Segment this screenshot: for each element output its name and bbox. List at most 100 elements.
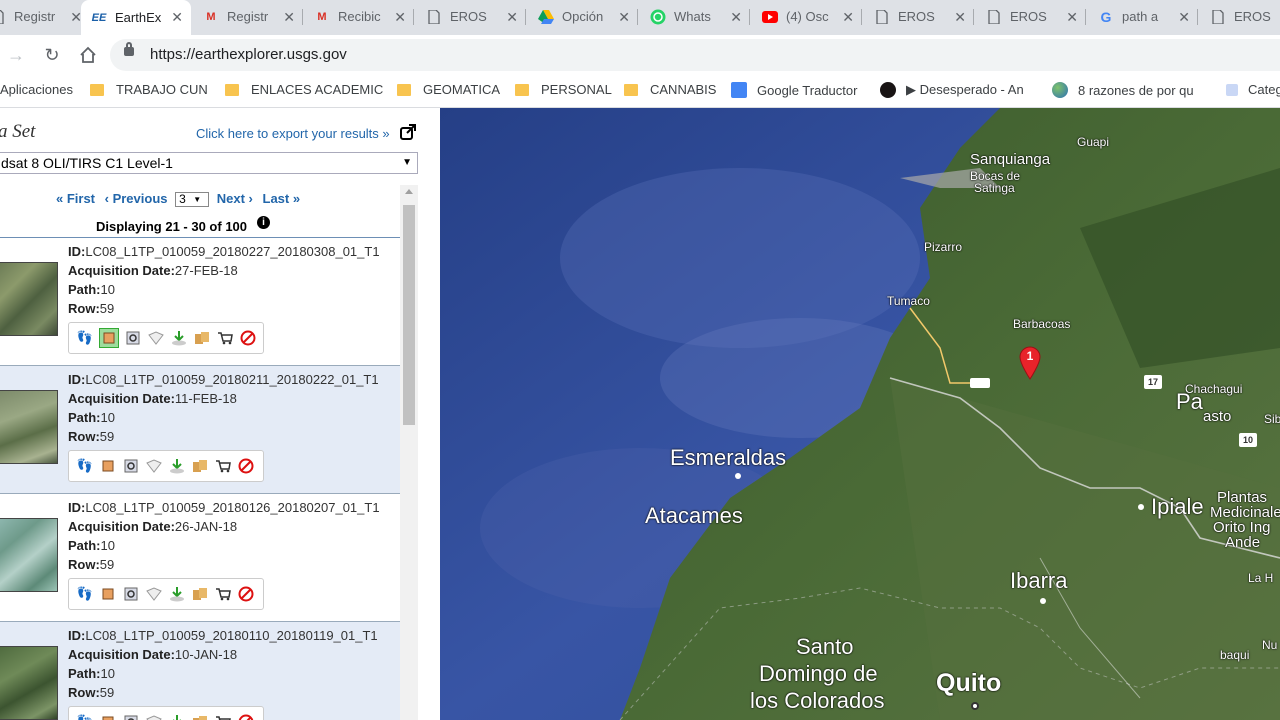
map-place-label: los Colorados [750,688,885,713]
close-icon[interactable]: ✕ [506,9,518,26]
scene-thumbnail[interactable] [0,518,58,592]
forward-icon[interactable]: → [4,43,28,67]
bulk-download-icon[interactable] [191,585,209,603]
exclude-icon[interactable] [237,585,255,603]
next-page-link[interactable]: Next › [217,191,253,206]
dataset-select[interactable]: dsat 8 OLI/TIRS C1 Level-1 ▼ [0,152,418,174]
footprint-icon[interactable]: 👣 [76,585,94,603]
document-icon [986,9,1002,25]
download-icon[interactable] [170,329,188,347]
close-icon[interactable]: ✕ [394,9,406,26]
bookmark-item[interactable]: 8 razones de por qu [1052,82,1194,98]
order-cart-icon[interactable] [214,585,232,603]
compare-icon[interactable] [124,329,142,347]
browser-tab[interactable]: EROS [1200,0,1280,33]
exclude-icon[interactable] [239,329,257,347]
path-label: Path: [68,410,101,425]
browser-tab-active[interactable]: EE EarthEx ✕ [81,0,191,35]
close-icon[interactable]: ✕ [842,9,854,26]
page-number-select[interactable]: 3 ▼ [175,192,210,208]
results-scrollbar[interactable] [400,185,418,720]
compare-icon[interactable] [122,457,140,475]
browser-tab[interactable]: M Recibic ✕ [304,0,414,33]
data-set-heading: a Set [0,121,36,142]
browser-tab[interactable]: Whats ✕ [640,0,750,33]
bookmark-folder[interactable]: GEOMATICA [397,82,500,97]
footprint-icon[interactable]: 👣 [76,329,94,347]
satellite-map[interactable]: Guapi Sanquianga Bocas de Satinga Pizarr… [440,108,1280,720]
browse-overlay-icon[interactable] [99,328,119,348]
map-marker[interactable]: 1 [1019,346,1041,380]
close-icon[interactable]: ✕ [1066,9,1078,26]
scene-thumbnail[interactable] [0,262,58,336]
bookmark-folder[interactable]: CANNABIS [624,82,716,97]
tab-strip: Registr ✕ EE EarthEx ✕ M Registr ✕ M Rec… [0,0,1280,35]
address-bar[interactable]: https://earthexplorer.usgs.gov [110,39,1280,71]
bookmark-item[interactable]: ▶ Desesperado - An [880,82,1024,98]
close-icon[interactable]: ✕ [618,9,630,26]
bookmark-folder[interactable]: TRABAJO CUN [90,82,208,97]
bookmark-item[interactable]: Aplicaciones [0,82,73,97]
previous-page-link[interactable]: ‹ Previous [105,191,168,206]
close-icon[interactable]: ✕ [171,9,183,26]
export-results-link[interactable]: Click here to export your results » [196,126,390,141]
bookmark-item[interactable]: Google Traductor [731,82,857,98]
folder-icon [624,83,638,96]
bookmark-folder[interactable]: ENLACES ACADEMIC [225,82,383,97]
browse-overlay-icon[interactable] [99,585,117,603]
scene-thumbnail[interactable] [0,390,58,464]
acquisition-date: 11-FEB-18 [174,391,237,406]
id-label: ID: [68,244,86,259]
download-icon[interactable] [168,457,186,475]
bookmark-folder[interactable]: PERSONAL [515,82,612,97]
info-icon[interactable]: i [257,216,270,229]
close-icon[interactable]: ✕ [954,9,966,26]
metadata-icon[interactable] [145,457,163,475]
bulk-download-icon[interactable] [193,329,211,347]
bulk-download-icon[interactable] [191,713,209,720]
external-link-icon[interactable] [400,124,416,140]
reload-icon[interactable]: ↻ [40,43,64,67]
close-icon[interactable]: ✕ [283,9,295,26]
exclude-icon[interactable] [237,713,255,720]
compare-icon[interactable] [122,713,140,720]
scroll-up-icon[interactable] [405,189,413,194]
order-cart-icon[interactable] [216,329,234,347]
browser-tab[interactable]: EROS ✕ [864,0,974,33]
browser-tab[interactable]: G path a ✕ [1088,0,1198,33]
home-icon[interactable] [76,43,100,67]
browser-tab[interactable]: Registr ✕ [0,0,90,33]
order-cart-icon[interactable] [214,713,232,720]
city-dot-icon [971,702,979,710]
close-icon[interactable]: ✕ [730,9,742,26]
pagination: « First ‹ Previous 3 ▼ Next › Last » [56,191,304,208]
metadata-icon[interactable] [147,329,165,347]
page-icon [1226,83,1238,96]
close-icon[interactable]: ✕ [1178,9,1190,26]
metadata-icon[interactable] [145,585,163,603]
metadata-icon[interactable] [145,713,163,720]
browser-tab[interactable]: M Registr ✕ [193,0,303,33]
scrollbar-thumb[interactable] [403,205,415,425]
download-icon[interactable] [168,585,186,603]
result-actions: 👣 [68,450,264,482]
last-page-link[interactable]: Last » [263,191,301,206]
spotify-icon [880,82,896,98]
compare-icon[interactable] [122,585,140,603]
bulk-download-icon[interactable] [191,457,209,475]
bookmark-item[interactable]: Categ [1226,82,1280,97]
footprint-icon[interactable]: 👣 [76,713,94,720]
browser-tab[interactable]: EROS ✕ [416,0,526,33]
browser-tab[interactable]: EROS ✕ [976,0,1086,33]
scene-thumbnail[interactable] [0,646,58,720]
browser-tab[interactable]: (4) Osc ✕ [752,0,862,33]
browse-overlay-icon[interactable] [99,457,117,475]
download-icon[interactable] [168,713,186,720]
order-cart-icon[interactable] [214,457,232,475]
tab-title: Opción [562,9,604,24]
browser-tab[interactable]: Opción ✕ [528,0,638,33]
browse-overlay-icon[interactable] [99,713,117,720]
first-page-link[interactable]: « First [56,191,95,206]
exclude-icon[interactable] [237,457,255,475]
footprint-icon[interactable]: 👣 [76,457,94,475]
